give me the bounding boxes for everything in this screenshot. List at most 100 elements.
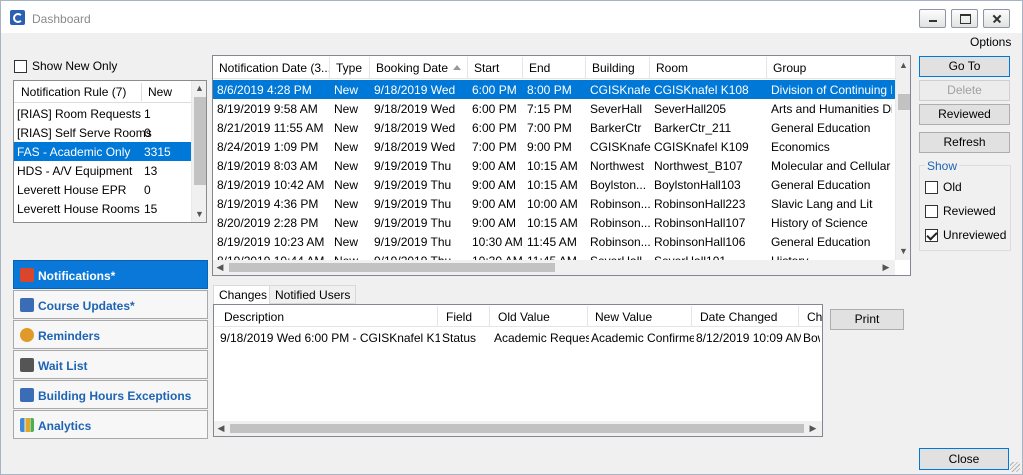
column-header[interactable]: Notification Date (3...	[219, 61, 331, 75]
sort-ascending-icon	[453, 65, 461, 70]
changes-horizontal-scrollbar[interactable]: ◀ ▶	[214, 421, 822, 436]
table-cell: 9/18/2019 Wed	[374, 140, 456, 154]
grid-vertical-scrollbar[interactable]: ▲ ▼	[895, 56, 910, 260]
table-cell: 9:00 AM	[472, 197, 517, 211]
rule-column-header[interactable]: Notification Rule (7)	[21, 85, 126, 99]
scroll-left-icon[interactable]: ◀	[213, 260, 227, 274]
minimize-icon	[920, 10, 945, 27]
rule-row[interactable]: Leverett House Rooms 15	[14, 199, 191, 218]
rule-row[interactable]: Leverett House EPR 0	[14, 180, 191, 199]
resize-grip-icon[interactable]	[1010, 462, 1020, 472]
close-button[interactable]: Close	[919, 448, 1009, 470]
options-menu[interactable]: Options	[970, 35, 1011, 49]
column-header[interactable]: Start	[474, 61, 499, 75]
table-cell: BarkerCtr	[590, 121, 642, 135]
nav-item-course-updates[interactable]: Course Updates*	[13, 290, 208, 319]
table-row[interactable]: 8/19/2019 9:58 AM New 9/18/2019 Wed 6:00 PM…	[213, 99, 895, 118]
maximize-button[interactable]	[951, 9, 978, 28]
scroll-thumb[interactable]	[229, 263, 555, 272]
tab-changes[interactable]: Changes	[213, 285, 274, 306]
table-cell: New	[334, 178, 359, 192]
table-row[interactable]: 8/6/2019 4:28 PM New 9/18/2019 Wed 6:00 PM 8…	[213, 80, 895, 99]
scroll-up-icon[interactable]: ▲	[192, 81, 206, 95]
table-row[interactable]: 8/24/2019 1:09 PM New 9/18/2019 Wed 7:00 PM…	[213, 137, 895, 156]
table-cell: Arts and Humanities Divi...	[771, 102, 892, 116]
changes-column-header[interactable]: Old Value	[498, 310, 550, 324]
column-header[interactable]: End	[529, 61, 550, 75]
column-header[interactable]: Group	[773, 61, 806, 75]
scroll-thumb[interactable]	[230, 424, 804, 433]
refresh-button[interactable]: Refresh	[919, 132, 1010, 153]
window-title: Dashboard	[32, 12, 91, 26]
print-button[interactable]: Print	[830, 309, 904, 330]
reviewed-button[interactable]: Reviewed	[919, 104, 1010, 125]
changes-row[interactable]: 9/18/2019 Wed 6:00 PM - CGISKnafel K108 S…	[214, 328, 822, 347]
course-book-icon	[20, 298, 34, 312]
table-cell: Robinson...	[590, 216, 651, 230]
changes-column-header[interactable]: Cha	[807, 310, 822, 324]
table-row[interactable]: 8/21/2019 11:55 AM New 9/18/2019 Wed 6:00 P…	[213, 118, 895, 137]
table-cell: 9/19/2019 Thu	[374, 235, 452, 249]
notification-flag-icon	[20, 268, 34, 282]
table-cell: 8/21/2019 11:55 AM	[217, 121, 324, 135]
rule-row[interactable]: HDS - A/V Equipment 13	[14, 161, 191, 180]
scroll-up-icon[interactable]: ▲	[896, 58, 910, 72]
changes-column-header[interactable]: New Value	[595, 310, 652, 324]
scroll-down-icon[interactable]: ▼	[896, 244, 910, 258]
changes-column-header[interactable]: Date Changed	[700, 310, 777, 324]
table-cell: General Education	[771, 178, 871, 192]
table-row[interactable]: 8/19/2019 10:42 AM New 9/19/2019 Thu 9:00 A…	[213, 175, 895, 194]
rule-list-scrollbar[interactable]: ▲ ▼	[191, 81, 206, 222]
show-new-only-checkbox[interactable]	[14, 60, 27, 73]
table-row[interactable]: 8/20/2019 2:28 PM New 9/19/2019 Thu 9:00 AM…	[213, 213, 895, 232]
scroll-thumb[interactable]	[194, 97, 206, 185]
column-separator	[587, 306, 588, 327]
column-header[interactable]: Building	[592, 61, 635, 75]
table-row[interactable]: 8/19/2019 10:23 AM New 9/19/2019 Thu 10:30 …	[213, 232, 895, 251]
nav-item-analytics[interactable]: Analytics	[13, 410, 208, 439]
table-cell: New	[334, 216, 359, 230]
rule-row[interactable]: [RIAS] Self Serve Rooms 0	[14, 123, 191, 142]
rule-list-header: Notification Rule (7) New	[14, 81, 191, 103]
grid-horizontal-scrollbar[interactable]: ◀ ▶	[213, 260, 895, 275]
table-cell: 8/24/2019 1:09 PM	[217, 140, 319, 154]
window-close-button[interactable]	[983, 9, 1010, 28]
table-cell: 8/20/2019 2:28 PM	[217, 216, 319, 230]
minimize-button[interactable]	[919, 9, 946, 28]
table-cell: SeverHall	[590, 102, 643, 116]
table-row[interactable]: 8/19/2019 4:36 PM New 9/19/2019 Thu 9:00 AM…	[213, 194, 895, 213]
tab-notified-users[interactable]: Notified Users	[269, 285, 357, 304]
rule-row[interactable]: [RIAS] Room Requests 1	[14, 104, 191, 123]
new-column-header[interactable]: New	[148, 85, 172, 99]
column-header[interactable]: Room	[656, 61, 688, 75]
show-unreviewed-checkbox[interactable]	[925, 229, 938, 242]
delete-button[interactable]: Delete	[919, 80, 1010, 101]
table-cell: 6:00 PM	[472, 102, 517, 116]
show-reviewed-checkbox[interactable]	[925, 205, 938, 218]
building-icon	[20, 388, 34, 402]
show-old-checkbox[interactable]	[925, 181, 938, 194]
scroll-thumb[interactable]	[898, 94, 910, 110]
nav-item-wait-list[interactable]: Wait List	[13, 350, 208, 379]
table-row[interactable]: 8/19/2019 8:03 AM New 9/19/2019 Thu 9:00 AM…	[213, 156, 895, 175]
scroll-left-icon[interactable]: ◀	[214, 421, 228, 435]
title-bar: Dashboard	[1, 1, 1022, 33]
go-to-button[interactable]: Go To	[919, 56, 1010, 77]
column-header[interactable]: Booking Date	[376, 61, 448, 75]
nav-item-building-hours-exceptions[interactable]: Building Hours Exceptions	[13, 380, 208, 409]
table-cell: New	[334, 83, 359, 97]
changes-column-header[interactable]: Description	[224, 310, 284, 324]
rule-row[interactable]: FAS - Academic Only 3315	[14, 142, 191, 161]
nav-item-notifications[interactable]: Notifications*	[13, 260, 208, 289]
column-separator	[691, 306, 692, 327]
table-cell: New	[334, 102, 359, 116]
changes-column-header[interactable]: Field	[446, 310, 472, 324]
table-cell: 8/19/2019 4:36 PM	[217, 197, 319, 211]
scroll-right-icon[interactable]: ▶	[806, 421, 820, 435]
scroll-down-icon[interactable]: ▼	[192, 207, 206, 221]
column-header[interactable]: Type	[336, 61, 362, 75]
nav-item-reminders[interactable]: Reminders	[13, 320, 208, 349]
table-cell: 7:00 PM	[527, 121, 572, 135]
table-cell: Northwest	[590, 159, 645, 173]
scroll-right-icon[interactable]: ▶	[879, 260, 893, 274]
